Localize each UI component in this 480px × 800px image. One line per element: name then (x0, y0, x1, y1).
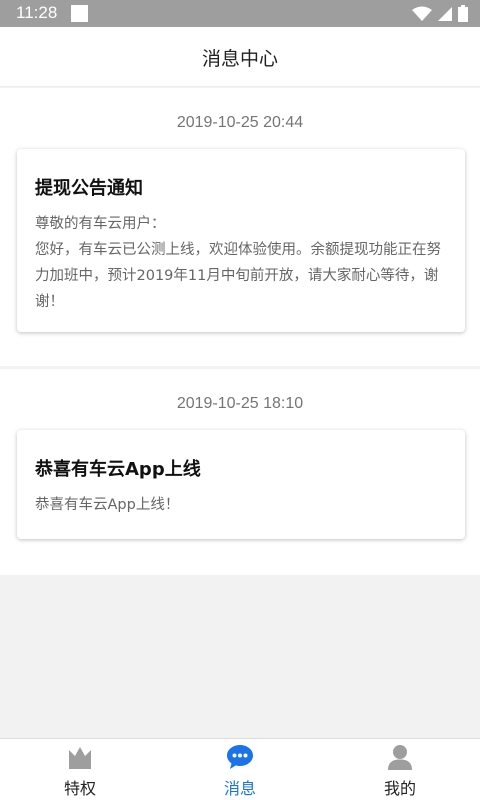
battery-icon (458, 5, 468, 22)
message-title: 提现公告通知 (35, 178, 143, 199)
notification-icon (71, 5, 88, 22)
tab-label: 我的 (383, 779, 416, 798)
message-body: 恭喜有车云App上线！ (35, 492, 443, 518)
message-group: 2019-10-25 20:44 提现公告通知 尊敬的有车云用户： 您好，有车云… (0, 88, 480, 366)
message-title: 恭喜有车云App上线 (35, 459, 201, 480)
tab-privilege[interactable]: 特权 (0, 739, 160, 800)
status-time: 11:28 (16, 3, 58, 22)
message-group: 2019-10-25 18:10 恭喜有车云App上线 恭喜有车云App上线！ (0, 369, 480, 575)
message-body-line: 尊敬的有车云用户： (35, 216, 166, 232)
status-icons (412, 5, 468, 22)
bottom-tab-bar: 特权 消息 我的 (0, 738, 480, 800)
message-time: 2019-10-25 18:10 (176, 395, 304, 412)
message-body-line: 您好，有车云已公测上线，欢迎体验使用。余额提现功能正在努 (35, 242, 441, 258)
page-title: 消息中心 (201, 48, 278, 70)
signal-icon (438, 6, 452, 21)
message-body-line: 恭喜有车云App上线！ (35, 497, 180, 513)
tab-profile[interactable]: 我的 (320, 739, 480, 800)
tab-messages[interactable]: 消息 (160, 739, 320, 800)
chat-icon (227, 745, 253, 769)
user-icon (388, 745, 412, 770)
message-body-line: 力加班中，预计2019年11月中旬前开放，请大家耐心等待，谢 (35, 268, 439, 284)
wifi-icon (412, 6, 432, 21)
status-bar: 11:28 (0, 0, 480, 27)
message-card[interactable]: 提现公告通知 尊敬的有车云用户： 您好，有车云已公测上线，欢迎体验使用。余额提现… (17, 149, 465, 332)
message-time: 2019-10-25 20:44 (176, 114, 304, 131)
tab-label: 特权 (63, 779, 96, 798)
message-card[interactable]: 恭喜有车云App上线 恭喜有车云App上线！ (17, 430, 465, 539)
crown-icon (69, 747, 91, 769)
message-body-line: 谢！ (35, 294, 64, 310)
message-list[interactable]: 2019-10-25 20:44 提现公告通知 尊敬的有车云用户： 您好，有车云… (0, 88, 480, 738)
tab-label: 消息 (223, 779, 256, 798)
message-body: 尊敬的有车云用户： 您好，有车云已公测上线，欢迎体验使用。余额提现功能正在努 力… (35, 211, 443, 315)
header: 消息中心 (0, 27, 480, 87)
